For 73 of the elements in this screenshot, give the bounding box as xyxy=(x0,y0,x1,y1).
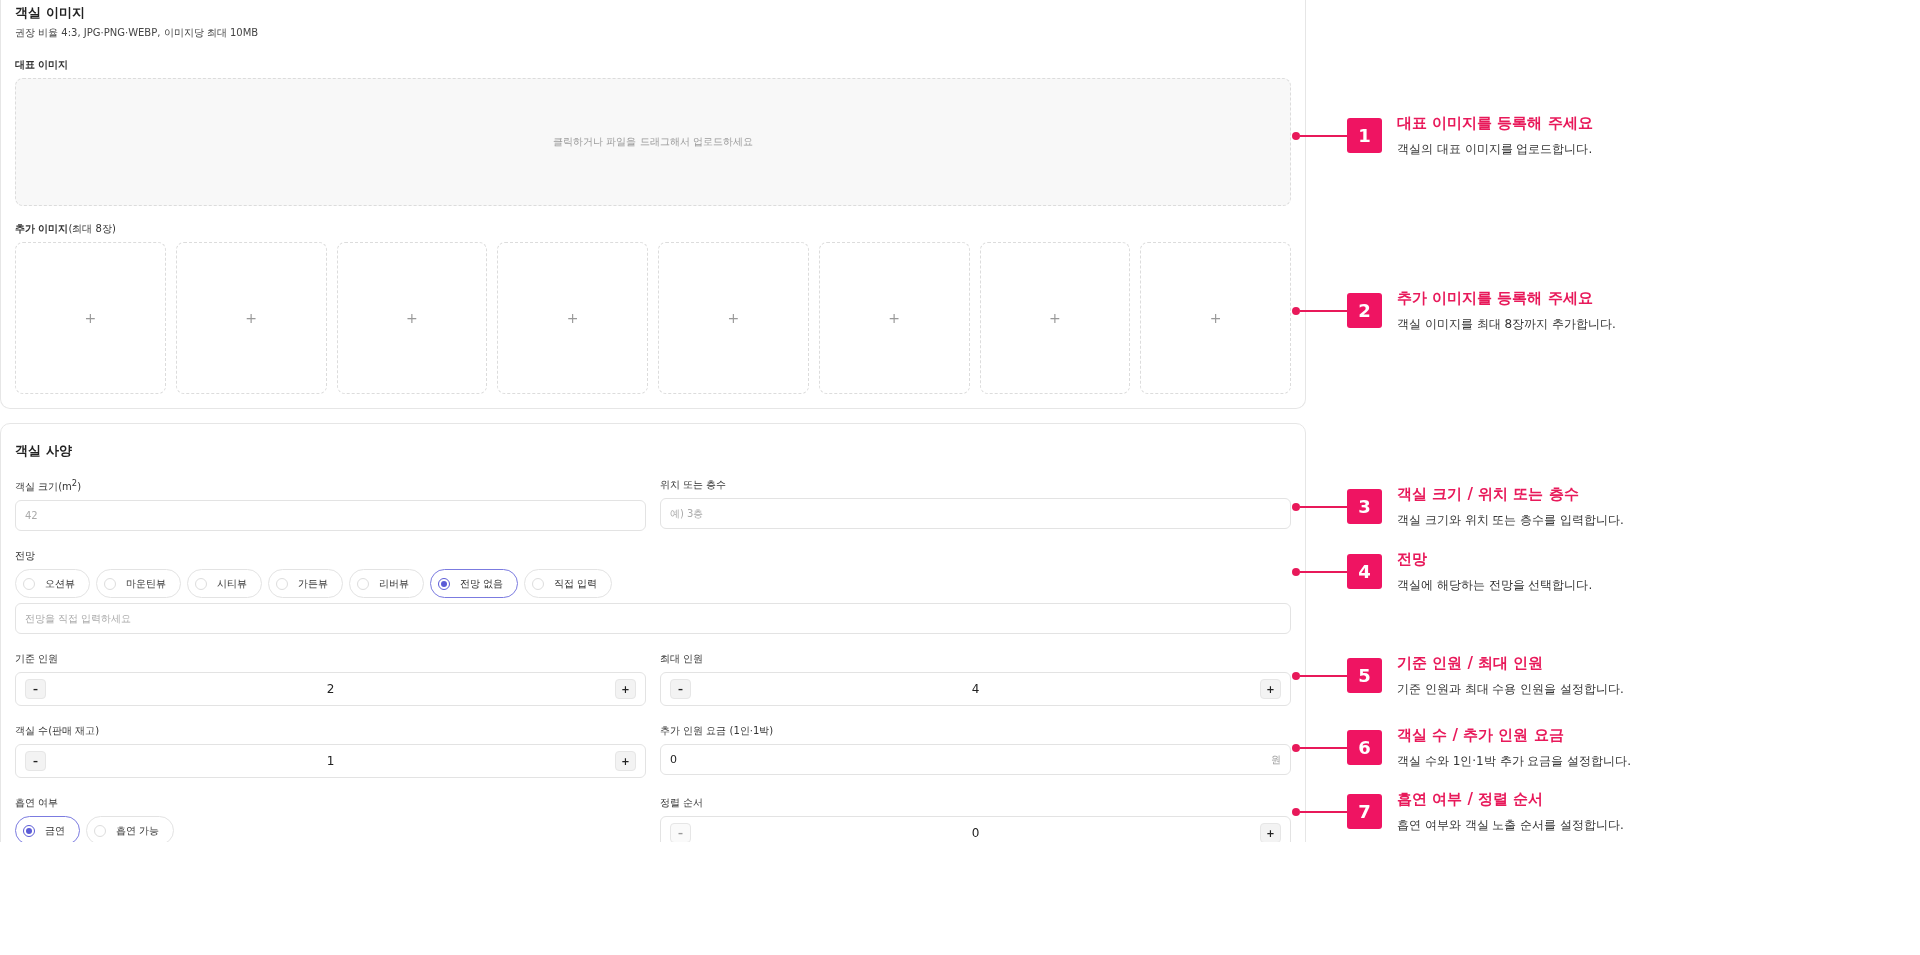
field-label: 최대 인원 xyxy=(660,652,705,667)
radio-option[interactable]: 흡연 가능 xyxy=(86,816,175,842)
radio-option[interactable]: 시티뷰 xyxy=(187,569,262,599)
image-hint: 권장 비율 4:3, JPG·PNG·WEBP, 이미지당 최대 10MB xyxy=(15,26,260,40)
callout-title: 대표 이미지를 등록해 주세요 xyxy=(1397,114,1593,133)
step-number: 6 xyxy=(1347,730,1382,765)
field-label: 위치 또는 층수 xyxy=(660,478,728,492)
plus-button[interactable]: + xyxy=(1260,823,1281,842)
text-field[interactable]: 예) 3층 xyxy=(660,498,1291,529)
field-label: 전망 xyxy=(15,549,36,564)
radio-option[interactable]: 리버뷰 xyxy=(349,569,424,599)
callout-text: 객실의 대표 이미지를 업로드합니다. xyxy=(1397,141,1593,158)
leader-line xyxy=(1292,307,1347,315)
callout-text: 흡연 여부와 객실 노출 순서를 설정합니다. xyxy=(1397,817,1624,834)
plus-button[interactable]: + xyxy=(615,751,636,772)
radio-option[interactable]: 마운틴뷰 xyxy=(96,569,181,599)
stepper-value: 2 xyxy=(325,682,336,697)
leader-line xyxy=(1292,808,1347,816)
radio-option[interactable]: 금연 xyxy=(15,816,80,842)
callout-text: 객실 이미지를 최대 8장까지 추가합니다. xyxy=(1397,316,1616,333)
number-stepper[interactable]: – 0 + xyxy=(660,816,1291,842)
minus-button[interactable]: – xyxy=(25,751,46,772)
callout-text: 객실에 해당하는 전망을 선택합니다. xyxy=(1397,577,1593,594)
radio-option[interactable]: 직접 입력 xyxy=(524,569,613,599)
field-label: 추가 인원 요금 (1인·1박) xyxy=(660,724,775,739)
stepper-value: 4 xyxy=(970,682,981,697)
field-label: 추가 이미지(최대 8장) xyxy=(15,222,117,236)
leader-line xyxy=(1292,672,1347,680)
field-label: 정렬 순서 xyxy=(660,796,705,811)
leader-line xyxy=(1292,568,1347,576)
number-stepper[interactable]: – 4 + xyxy=(660,672,1291,707)
step-number: 4 xyxy=(1347,554,1382,589)
section-title: 객실 이미지 xyxy=(15,4,86,22)
stepper-value: 0 xyxy=(970,826,981,841)
text-field[interactable]: 전망을 직접 입력하세요 xyxy=(15,603,1291,635)
callout-text: 기준 인원과 최대 수용 인원을 설정합니다. xyxy=(1397,681,1624,698)
plus-button[interactable]: + xyxy=(615,679,636,700)
price-field[interactable]: 0 원 xyxy=(660,744,1291,776)
callout-title: 객실 수 / 추가 인원 요금 xyxy=(1397,726,1565,745)
step-number: 1 xyxy=(1347,118,1382,153)
callout-title: 흡연 여부 / 정렬 순서 xyxy=(1397,790,1545,809)
callout-title: 객실 크기 / 위치 또는 층수 xyxy=(1397,485,1580,504)
stepper-value: 1 xyxy=(325,754,336,769)
text-field[interactable]: 42 xyxy=(15,500,646,532)
step-number: 5 xyxy=(1347,658,1382,693)
callout-title: 기준 인원 / 최대 인원 xyxy=(1397,654,1545,673)
field-label: 객실 수(판매 재고) xyxy=(15,724,101,739)
minus-button[interactable]: – xyxy=(25,679,46,700)
field-label: 흡연 여부 xyxy=(15,796,60,811)
dropzone-text: 클릭하거나 파일을 드래그해서 업로드하세요 xyxy=(553,135,753,149)
callout-text: 객실 크기와 위치 또는 층수를 입력합니다. xyxy=(1397,512,1624,529)
field-label: 객실 크기(m$^{2}$) xyxy=(15,478,83,495)
callout-title: 추가 이미지를 등록해 주세요 xyxy=(1397,289,1594,308)
number-stepper[interactable]: – 1 + xyxy=(15,744,646,779)
field-label: 대표 이미지 xyxy=(15,58,70,72)
step-number: 3 xyxy=(1347,489,1382,524)
radio-option[interactable]: 오션뷰 xyxy=(15,569,90,599)
section-title: 객실 사양 xyxy=(15,442,73,460)
currency-unit: 원 xyxy=(1271,752,1281,767)
leader-line xyxy=(1292,132,1347,140)
number-stepper[interactable]: – 2 + xyxy=(15,672,646,707)
callout-title: 전망 xyxy=(1397,550,1428,569)
minus-button[interactable]: – xyxy=(670,679,691,700)
radio-option[interactable]: 가든뷰 xyxy=(268,569,343,599)
plus-button[interactable]: + xyxy=(1260,679,1281,700)
callout-text: 객실 수와 1인·1박 추가 요금을 설정합니다. xyxy=(1397,753,1631,770)
leader-line xyxy=(1292,744,1347,752)
step-number: 2 xyxy=(1347,293,1382,328)
step-number: 7 xyxy=(1347,794,1382,829)
leader-line xyxy=(1292,503,1347,511)
price-value: 0 xyxy=(670,753,678,767)
radio-option[interactable]: 전망 없음 xyxy=(430,569,519,599)
field-label: 기준 인원 xyxy=(15,652,60,667)
